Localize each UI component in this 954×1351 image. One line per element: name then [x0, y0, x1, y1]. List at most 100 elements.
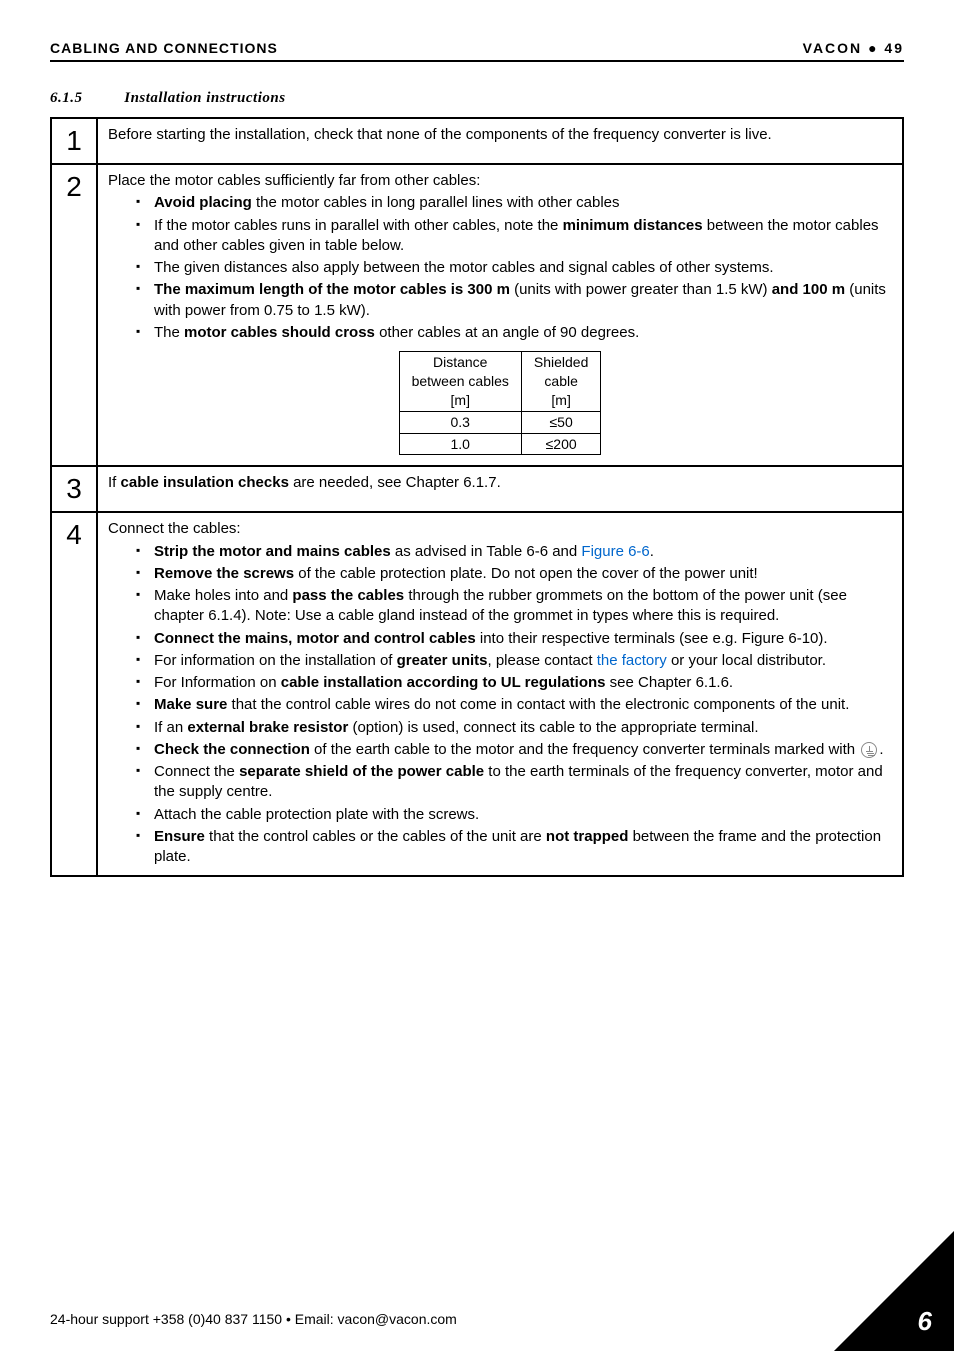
step-number: 1 — [51, 118, 97, 164]
list-item: If the motor cables runs in parallel wit… — [136, 216, 892, 257]
step-content: If cable insulation checks are needed, s… — [97, 466, 903, 512]
table-row: 1 Before starting the installation, chec… — [51, 118, 903, 164]
list-item: Ensure that the control cables or the ca… — [136, 827, 892, 868]
ground-icon — [861, 742, 877, 758]
header-section-title: CABLING AND CONNECTIONS — [50, 40, 278, 56]
list-item: Strip the motor and mains cables as advi… — [136, 542, 892, 562]
factory-link[interactable]: the factory — [597, 652, 667, 669]
text-span: If — [108, 474, 121, 491]
list-item: Make sure that the control cable wires d… — [136, 695, 892, 715]
th-line: cable — [534, 372, 589, 391]
text-span: or your local distributor. — [667, 652, 826, 669]
inner-cell: 1.0 — [399, 433, 521, 455]
text-span: (units with power greater than 1.5 kW) — [510, 281, 772, 298]
step-number: 4 — [51, 512, 97, 876]
footer-contact: 24-hour support +358 (0)40 837 1150 • Em… — [50, 1311, 457, 1327]
list-item: Remove the screws of the cable protectio… — [136, 564, 892, 584]
th-line: Shielded — [534, 353, 589, 372]
lead-text: Connect the cables: — [108, 519, 892, 539]
bold-span: separate shield of the power cable — [239, 763, 484, 780]
page-footer: 24-hour support +358 (0)40 837 1150 • Em… — [50, 1311, 954, 1327]
bold-span: cable insulation checks — [121, 474, 289, 491]
section-heading: 6.1.5 Installation instructions — [50, 90, 904, 107]
bold-span: and 100 m — [772, 281, 845, 298]
inner-cell: 0.3 — [399, 411, 521, 433]
text-span: that the control cable wires do not come… — [227, 696, 849, 713]
table-row: 4 Connect the cables: Strip the motor an… — [51, 512, 903, 876]
bold-span: motor cables should cross — [184, 324, 375, 341]
list-item: Attach the cable protection plate with t… — [136, 805, 892, 825]
bold-span: Connect the mains, motor and control cab… — [154, 630, 476, 647]
th-line: Distance — [412, 353, 509, 372]
list-item: The maximum length of the motor cables i… — [136, 280, 892, 321]
brand-name: VACON — [803, 40, 863, 56]
header-page-info: VACON ● 49 — [803, 40, 904, 56]
figure-link[interactable]: Figure 6-6 — [581, 543, 649, 560]
text-span: of the cable protection plate. Do not op… — [294, 565, 758, 582]
step-text: Before starting the installation, check … — [108, 126, 772, 143]
inner-head-row: Distance between cables [m] Shielded cab… — [399, 352, 601, 412]
bold-span: Ensure — [154, 828, 205, 845]
section-number: 6.1.5 — [50, 90, 120, 107]
text-span: the motor cables in long parallel lines … — [252, 194, 620, 211]
text-span: as advised in Table 6-6 and — [391, 543, 582, 560]
list-item: For Information on cable installation ac… — [136, 673, 892, 693]
th-line: [m] — [412, 391, 509, 410]
table-row: 2 Place the motor cables sufficiently fa… — [51, 164, 903, 466]
list-item: The given distances also apply between t… — [136, 258, 892, 278]
separator-dot: ● — [868, 40, 878, 56]
list-item: For information on the installation of g… — [136, 651, 892, 671]
distance-table: Distance between cables [m] Shielded cab… — [399, 351, 602, 455]
list-item: Check the connection of the earth cable … — [136, 740, 892, 760]
bold-span: cable installation according to UL regul… — [281, 674, 606, 691]
th-line: between cables — [412, 372, 509, 391]
text-span: Make holes into and — [154, 587, 292, 604]
list-item: Make holes into and pass the cables thro… — [136, 586, 892, 627]
text-span: For Information on — [154, 674, 281, 691]
text-span: , please contact — [488, 652, 597, 669]
bold-span: Avoid placing — [154, 194, 252, 211]
lead-text: Place the motor cables sufficiently far … — [108, 171, 892, 191]
corner-decoration: 6 — [834, 1231, 954, 1351]
bold-span: external brake resistor — [187, 719, 348, 736]
step-number: 2 — [51, 164, 97, 466]
bold-span: Check the connection — [154, 741, 310, 758]
list-item: Connect the separate shield of the power… — [136, 762, 892, 803]
text-span: are needed, see Chapter 6.1.7. — [289, 474, 501, 491]
step-content: Connect the cables: Strip the motor and … — [97, 512, 903, 876]
step-number: 3 — [51, 466, 97, 512]
inner-th: Shielded cable [m] — [521, 352, 601, 412]
bold-span: Make sure — [154, 696, 227, 713]
bold-span: minimum distances — [563, 217, 703, 234]
text-span: of the earth cable to the motor and the … — [310, 741, 859, 758]
text-span: other cables at an angle of 90 degrees. — [375, 324, 639, 341]
inner-row: 0.3 ≤50 — [399, 411, 601, 433]
section-title-text: Installation instructions — [124, 90, 285, 106]
th-line: [m] — [534, 391, 589, 410]
bold-span: greater units — [397, 652, 488, 669]
page-number: 49 — [884, 40, 904, 56]
text-span: (option) is used, connect its cable to t… — [348, 719, 758, 736]
text-span: For information on the installation of — [154, 652, 397, 669]
instructions-table: 1 Before starting the installation, chec… — [50, 117, 904, 877]
list-item: If an external brake resistor (option) i… — [136, 718, 892, 738]
list-item: The motor cables should cross other cabl… — [136, 323, 892, 343]
text-span: The given distances also apply between t… — [154, 259, 774, 276]
bold-span: Remove the screws — [154, 565, 294, 582]
text-span: that the control cables or the cables of… — [205, 828, 546, 845]
text-span: Connect the — [154, 763, 239, 780]
inner-cell: ≤50 — [521, 411, 601, 433]
table-row: 3 If cable insulation checks are needed,… — [51, 466, 903, 512]
bold-span: Strip the motor and mains cables — [154, 543, 391, 560]
bullet-list: Avoid placing the motor cables in long p… — [136, 193, 892, 343]
text-span: Attach the cable protection plate with t… — [154, 806, 479, 823]
list-item: Avoid placing the motor cables in long p… — [136, 193, 892, 213]
bold-span: The maximum length of the motor cables i… — [154, 281, 510, 298]
text-span: . — [650, 543, 654, 560]
text-span: If an — [154, 719, 187, 736]
step-content: Before starting the installation, check … — [97, 118, 903, 164]
page-header: CABLING AND CONNECTIONS VACON ● 49 — [50, 40, 904, 62]
text-span: The — [154, 324, 184, 341]
bullet-list: Strip the motor and mains cables as advi… — [136, 542, 892, 868]
inner-cell: ≤200 — [521, 433, 601, 455]
